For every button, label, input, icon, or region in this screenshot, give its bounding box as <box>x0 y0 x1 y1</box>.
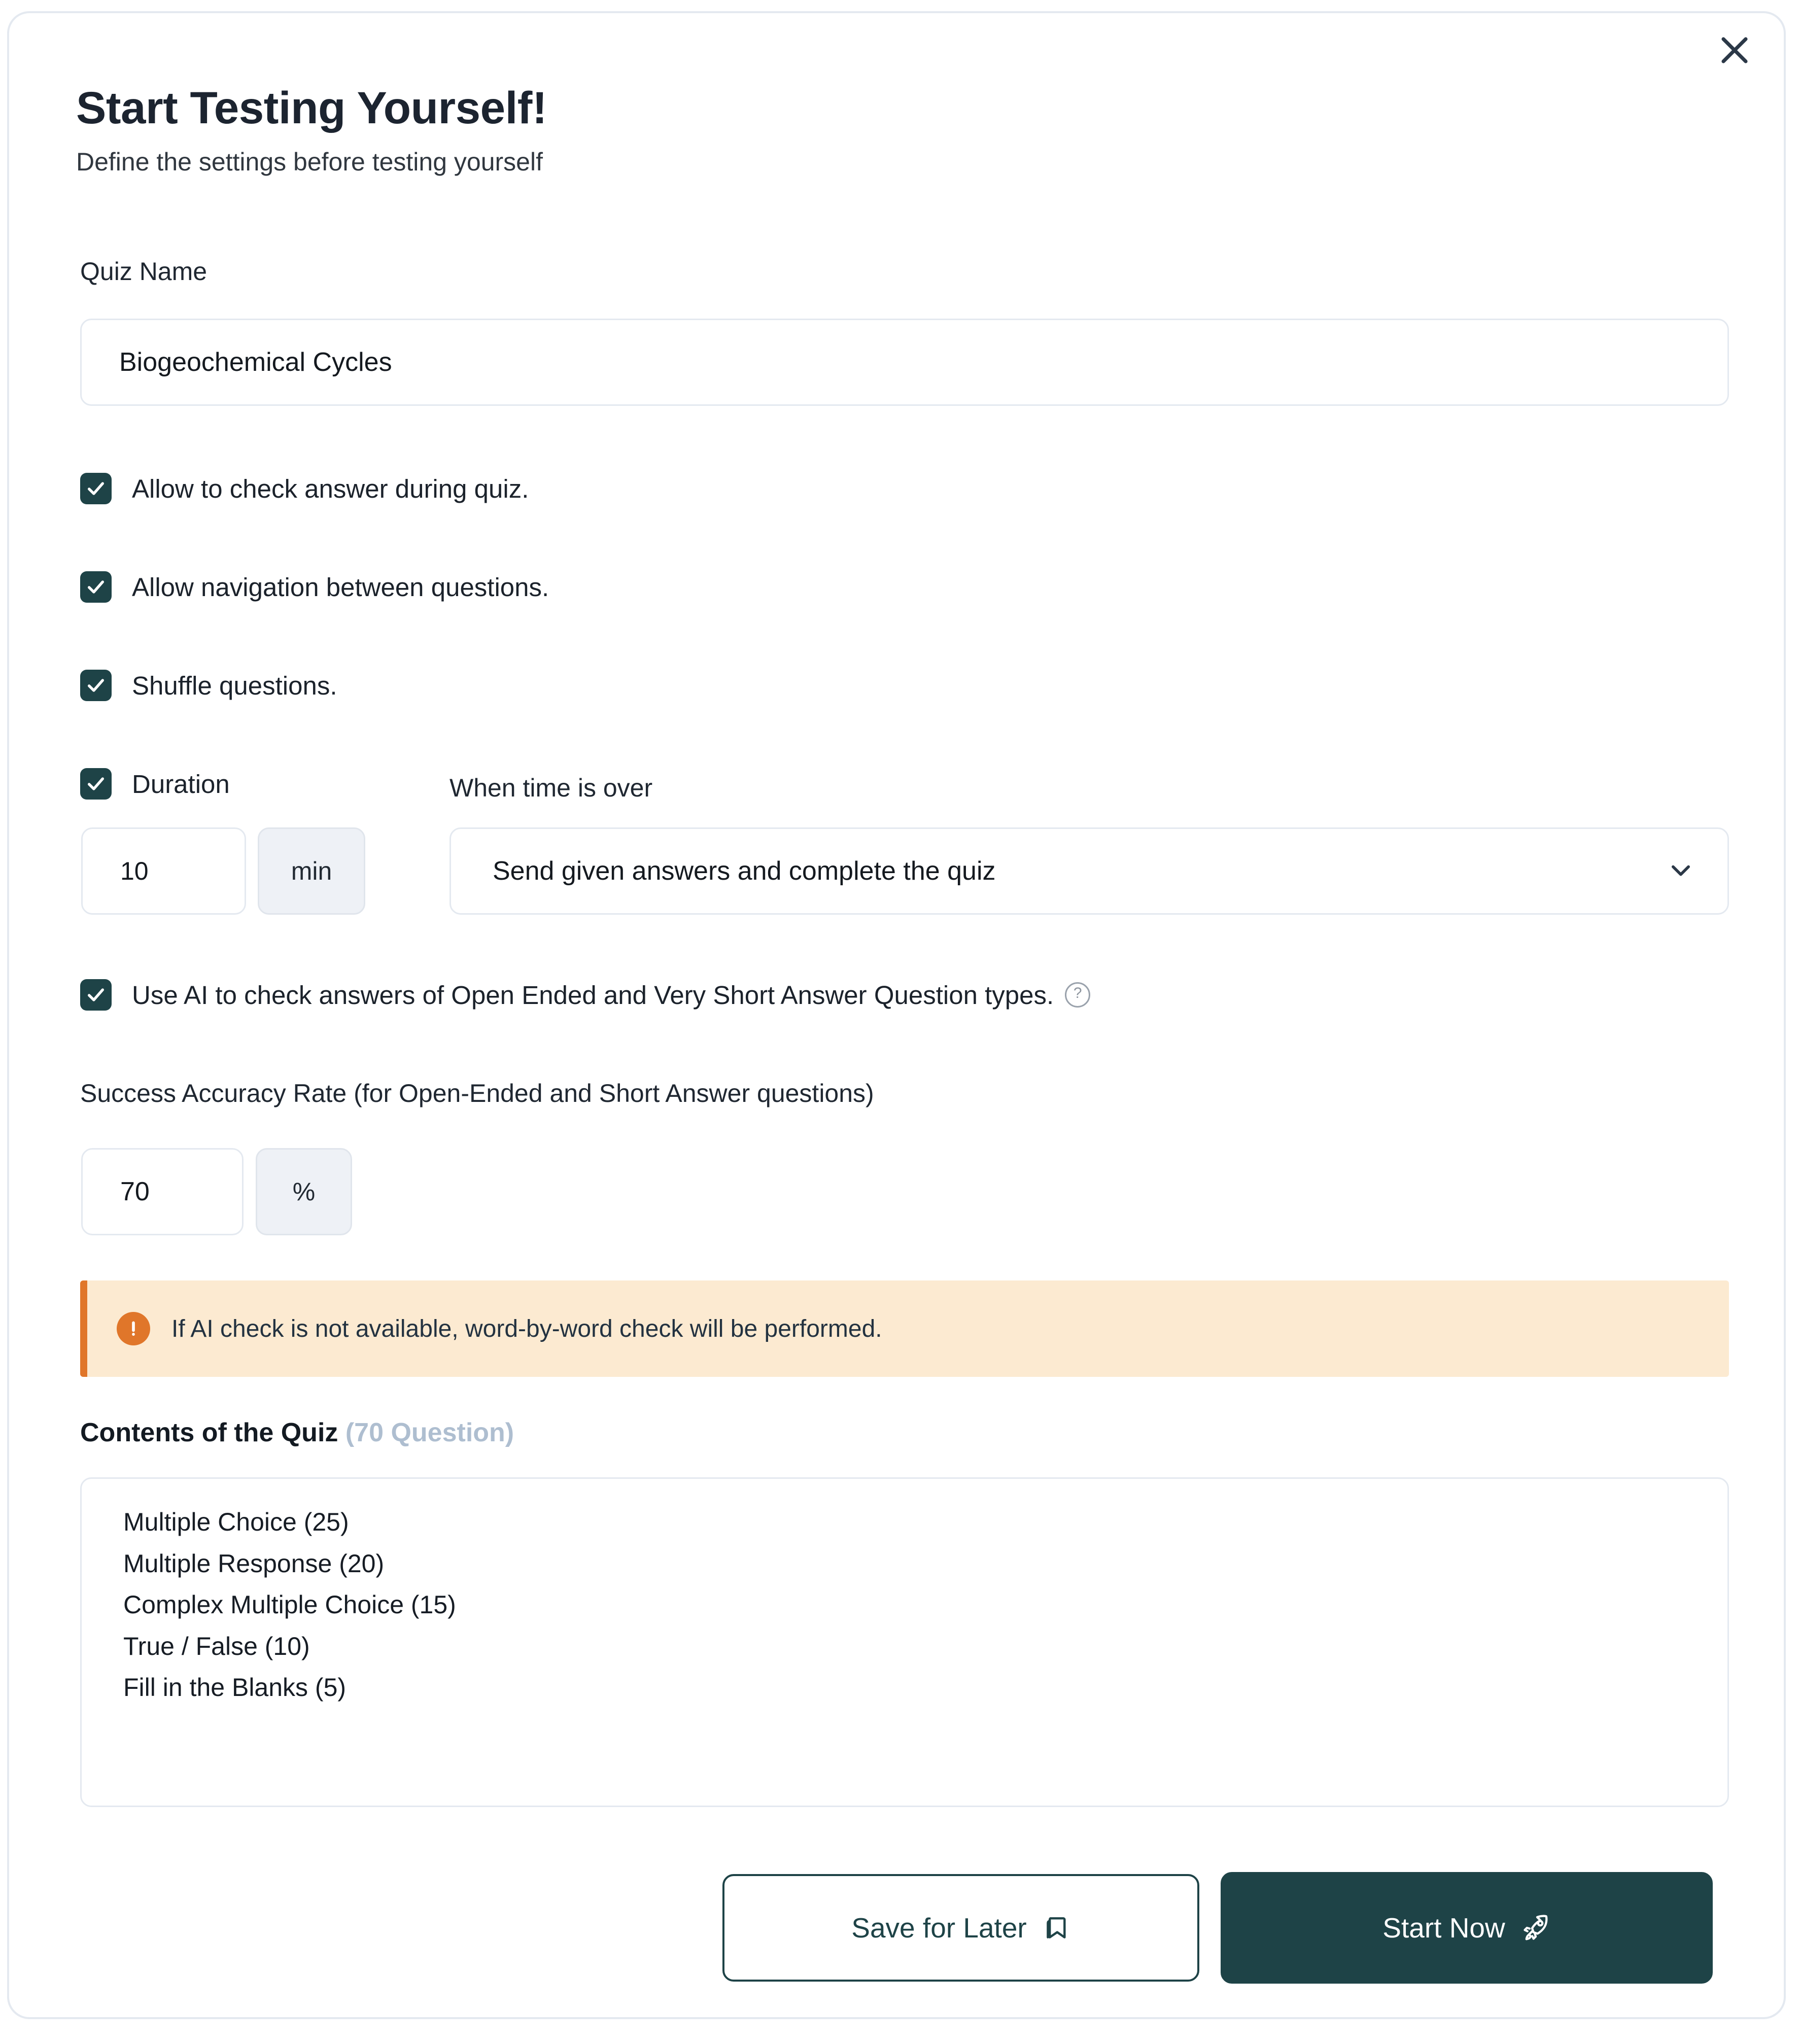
option-row-navigation[interactable]: Allow navigation between questions. <box>80 571 549 603</box>
checkbox-shuffle[interactable] <box>80 670 112 701</box>
checkbox-ai-check[interactable] <box>80 979 112 1011</box>
list-item: True / False (10) <box>123 1632 310 1660</box>
duration-input[interactable]: 10 <box>81 827 246 915</box>
option-row-duration[interactable]: Duration <box>80 768 230 800</box>
save-for-later-button[interactable]: Save for Later <box>722 1874 1199 1982</box>
option-label: Allow navigation between questions. <box>132 572 549 602</box>
page-title: Start Testing Yourself! <box>76 82 547 133</box>
when-time-over-select[interactable]: Send given answers and complete the quiz <box>449 827 1729 915</box>
modal-footer: Save for Later Start Now <box>722 1872 1713 1984</box>
alert-circle-icon <box>117 1312 150 1345</box>
start-now-button[interactable]: Start Now <box>1221 1872 1713 1984</box>
close-button[interactable] <box>1707 22 1762 78</box>
accuracy-input[interactable]: 70 <box>81 1148 244 1235</box>
option-row-ai-check[interactable]: Use AI to check answers of Open Ended an… <box>80 979 1091 1011</box>
option-label: Shuffle questions. <box>132 671 337 700</box>
contents-title: Contents of the Quiz <box>80 1418 338 1447</box>
option-row-shuffle[interactable]: Shuffle questions. <box>80 670 337 701</box>
option-row-check-answer[interactable]: Allow to check answer during quiz. <box>80 473 529 504</box>
start-now-label: Start Now <box>1382 1912 1505 1944</box>
quiz-settings-modal: Start Testing Yourself! Define the setti… <box>7 11 1786 2019</box>
rocket-icon <box>1520 1913 1551 1943</box>
checkbox-navigation[interactable] <box>80 571 112 603</box>
option-label: Allow to check answer during quiz. <box>132 474 529 503</box>
chevron-down-icon <box>1668 857 1694 886</box>
list-item: Complex Multiple Choice (15) <box>123 1590 456 1619</box>
quiz-name-label: Quiz Name <box>80 257 207 286</box>
when-time-over-label: When time is over <box>449 774 653 802</box>
ai-warning-banner: If AI check is not available, word-by-wo… <box>80 1280 1729 1377</box>
when-time-over-value: Send given answers and complete the quiz <box>493 856 996 886</box>
accuracy-unit: % <box>256 1148 352 1235</box>
list-item: Multiple Response (20) <box>123 1549 385 1578</box>
list-item: Multiple Choice (25) <box>123 1508 349 1536</box>
help-circle-icon[interactable]: ? <box>1065 982 1091 1008</box>
close-icon <box>1718 33 1751 67</box>
modal-header: Start Testing Yourself! Define the setti… <box>76 84 1700 177</box>
checkbox-duration[interactable] <box>80 768 112 800</box>
bookmark-icon <box>1042 1914 1070 1942</box>
checkbox-check-answer[interactable] <box>80 473 112 504</box>
duration-unit: min <box>258 827 365 915</box>
contents-list: Multiple Choice (25) Multiple Response (… <box>80 1477 1729 1807</box>
list-item: Fill in the Blanks (5) <box>123 1673 347 1702</box>
accuracy-label: Success Accuracy Rate (for Open-Ended an… <box>80 1079 874 1107</box>
duration-label: Duration <box>132 769 230 799</box>
warning-text: If AI check is not available, word-by-wo… <box>171 1315 882 1342</box>
page-subtitle: Define the settings before testing yours… <box>76 148 543 177</box>
save-for-later-label: Save for Later <box>851 1912 1027 1944</box>
quiz-name-input[interactable]: Biogeochemical Cycles <box>80 319 1729 406</box>
ai-check-label: Use AI to check answers of Open Ended an… <box>132 980 1054 1010</box>
contents-heading: Contents of the Quiz (70 Question) <box>80 1417 514 1448</box>
contents-count: (70 Question) <box>345 1418 514 1447</box>
